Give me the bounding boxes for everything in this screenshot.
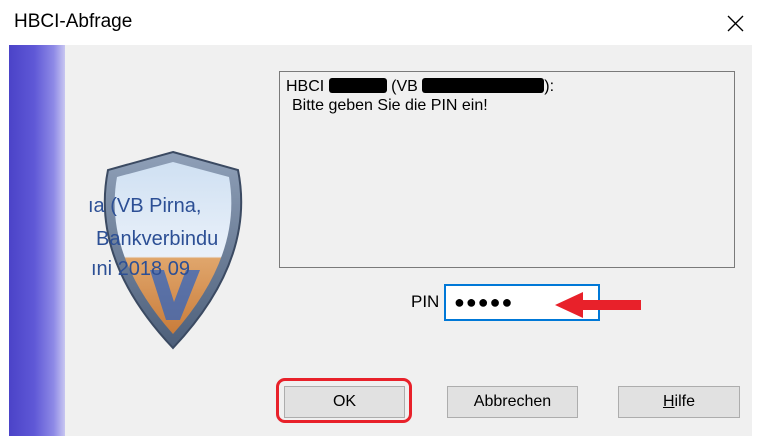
logo-text-line-1: ıa (VB Pirna, — [88, 195, 202, 217]
close-icon[interactable] — [720, 8, 750, 38]
cancel-button[interactable]: Abbrechen — [447, 386, 578, 418]
redacted-block — [328, 78, 387, 93]
message-line-1: HBCI (VB ): — [286, 78, 555, 95]
help-button[interactable]: Hilfe — [618, 386, 740, 418]
side-gradient-stripe — [9, 45, 65, 436]
logo-text-line-3: ıni 2018 09 — [91, 258, 190, 280]
ok-button[interactable]: OK — [284, 386, 405, 418]
message-box: HBCI (VB ): Bitte geben Sie die PIN ein! — [279, 71, 735, 268]
title-bar[interactable]: HBCI-Abfrage — [0, 0, 761, 45]
window-title: HBCI-Abfrage — [14, 11, 133, 32]
window-border-right — [752, 45, 761, 436]
pin-label: PIN — [411, 292, 440, 311]
shield-logo-icon: ıa (VB Pirna, Bankverbindu ıni 2018 09 — [88, 150, 258, 350]
red-arrow-icon — [555, 292, 641, 318]
help-accelerator: H — [662, 393, 675, 410]
redacted-block — [422, 78, 545, 93]
help-label-rest: ilfe — [674, 393, 695, 410]
window-border-left — [0, 45, 9, 436]
logo-text-line-2: Bankverbindu — [96, 228, 219, 250]
message-line-2: Bitte geben Sie die PIN ein! — [292, 97, 488, 114]
